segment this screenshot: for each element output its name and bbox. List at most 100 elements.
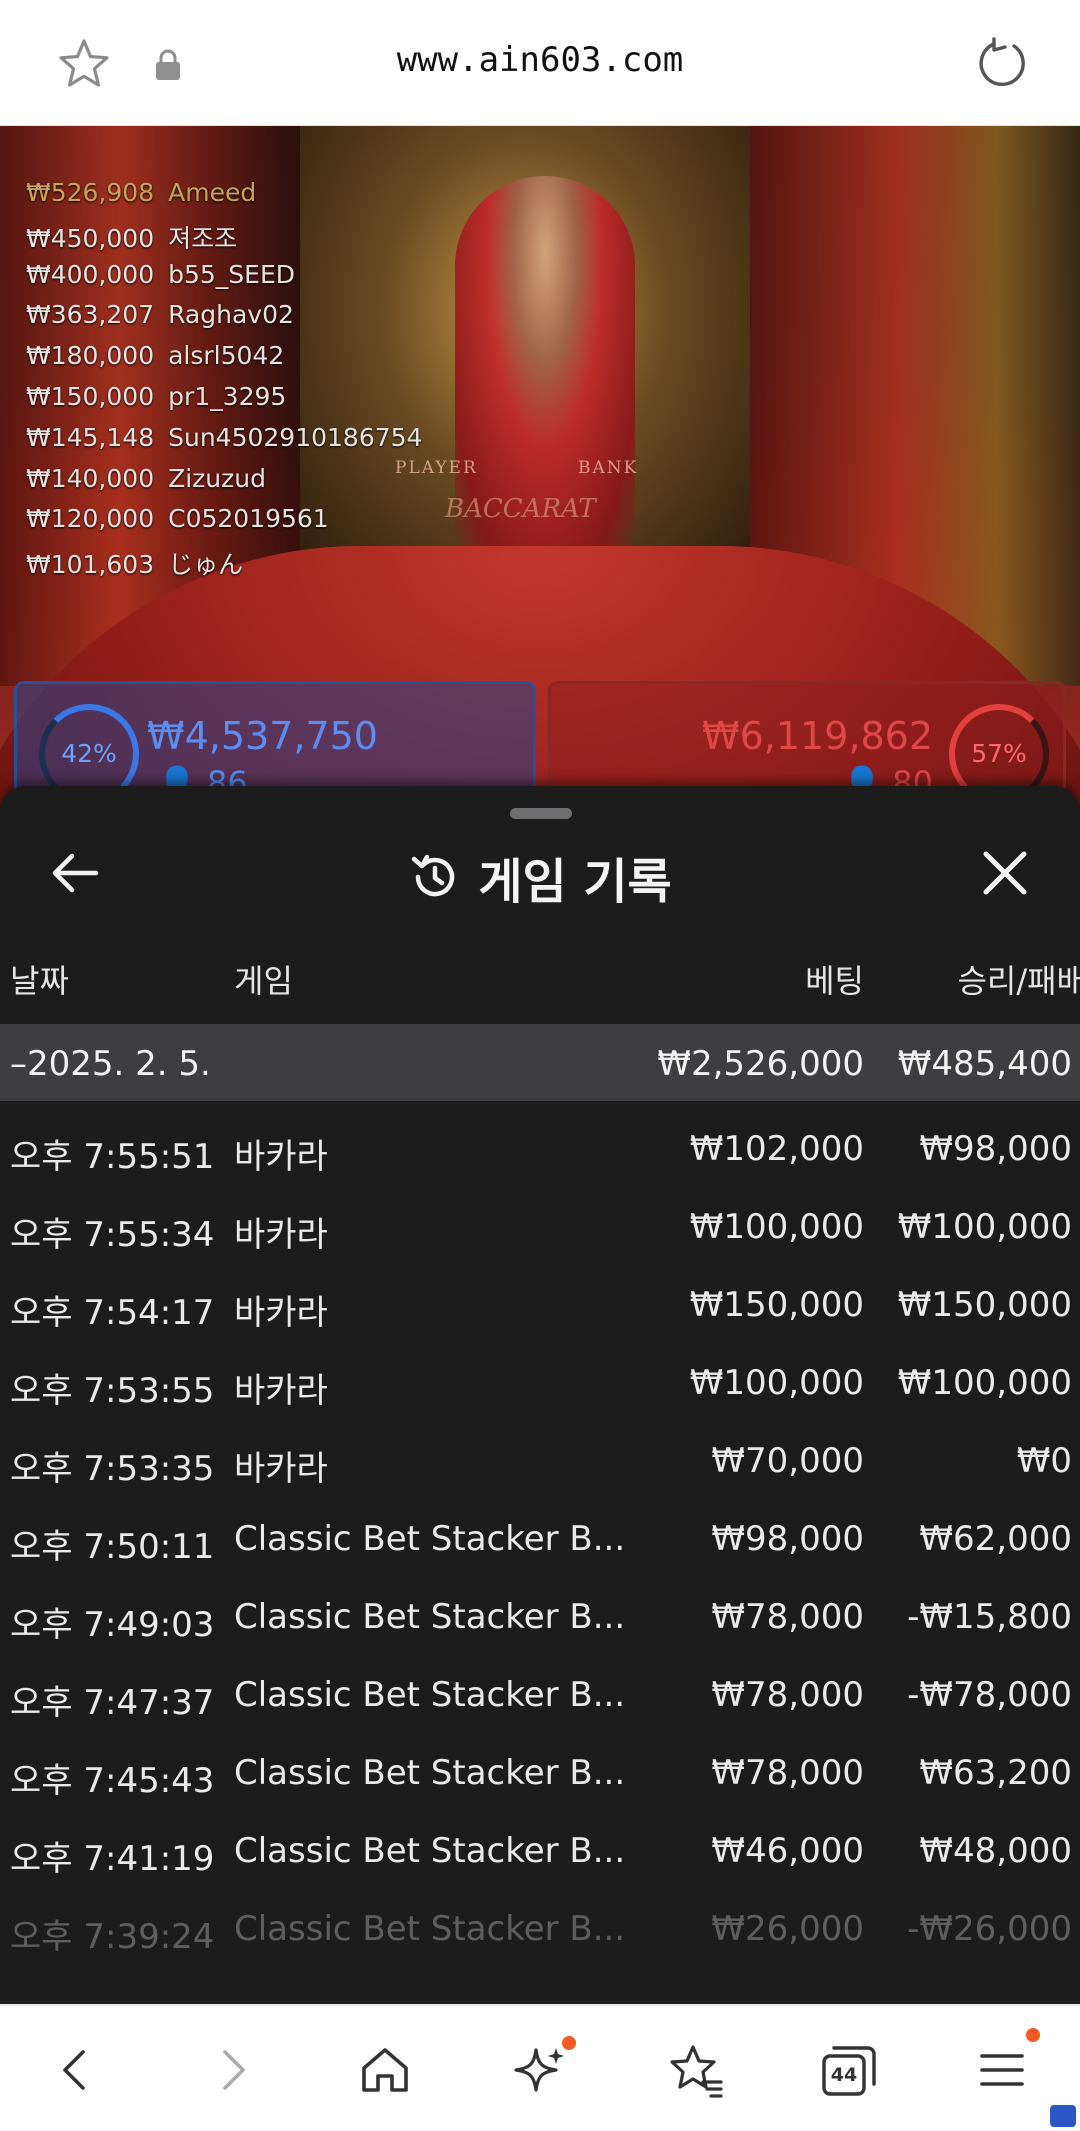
leaderboard-amount: ₩101,603: [26, 550, 155, 580]
row-time: 오후 7:41:19: [10, 1839, 215, 1879]
leaderboard-amount: ₩140,000: [26, 463, 155, 493]
row-bet: ₩98,000: [711, 1519, 864, 1559]
back-icon[interactable]: [45, 2040, 105, 2100]
leaderboard-row: ₩140,000 Zizuzud: [26, 464, 422, 505]
row-game: 바카라: [234, 1371, 328, 1411]
row-game: Classic Bet Stacker B...: [234, 1675, 626, 1715]
reload-icon[interactable]: [974, 36, 1030, 92]
history-row[interactable]: 오후 7:47:37 Classic Bet Stacker B... ₩78,00…: [0, 1654, 1080, 1732]
row-bet: ₩100,000: [689, 1363, 864, 1403]
banker-percent: 57%: [971, 739, 1027, 768]
row-game: Classic Bet Stacker B...: [234, 1909, 626, 1949]
row-game: 바카라: [234, 1215, 328, 1255]
row-game: Classic Bet Stacker B...: [234, 1831, 626, 1871]
leaderboard-name: b55_SEED: [168, 259, 296, 289]
menu-notification-dot: [1026, 2028, 1040, 2042]
column-header-winloss: 승리/패배: [957, 962, 1080, 1000]
row-game: Classic Bet Stacker B...: [234, 1519, 626, 1559]
row-game: 바카라: [234, 1137, 328, 1177]
row-winloss: ₩100,000: [897, 1363, 1072, 1403]
winners-leaderboard: ₩526,908 Ameed ₩450,000 져조조 ₩400,000 b55_SE…: [26, 178, 422, 586]
history-row[interactable]: 오후 7:55:34 바카라 ₩100,000 ₩100,000: [0, 1186, 1080, 1264]
leaderboard-amount: ₩363,207: [26, 300, 155, 330]
leaderboard-name: じゅん: [168, 550, 244, 580]
row-winloss: -₩26,000: [907, 1909, 1072, 1949]
history-row[interactable]: 오후 7:53:55 바카라 ₩100,000 ₩100,000: [0, 1342, 1080, 1420]
row-winloss: -₩78,000: [907, 1675, 1072, 1715]
menu-icon[interactable]: [972, 2040, 1032, 2100]
star-list-icon[interactable]: [665, 2040, 725, 2100]
leaderboard-amount: ₩450,000: [26, 223, 155, 253]
row-game: 바카라: [234, 1449, 328, 1489]
sheet-drag-handle[interactable]: [510, 808, 572, 819]
player-percent: 42%: [61, 739, 117, 768]
leaderboard-row: ₩180,000 alsrl5042: [26, 341, 422, 382]
address-url[interactable]: www.ain603.com: [0, 40, 1080, 80]
sparkle-notification-dot: [562, 2036, 576, 2050]
leaderboard-row: ₩120,000 C052019561: [26, 504, 422, 545]
leaderboard-name: Zizuzud: [168, 463, 266, 493]
row-time: 오후 7:55:51: [10, 1137, 215, 1177]
history-row[interactable]: 오후 7:50:11 Classic Bet Stacker B... ₩98,00…: [0, 1498, 1080, 1576]
row-bet: ₩26,000: [711, 1909, 864, 1949]
close-icon[interactable]: [978, 846, 1032, 900]
day-date: –2025. 2. 5.: [10, 1044, 211, 1084]
leaderboard-row: ₩101,603 じゅん: [26, 545, 422, 586]
leaderboard-name: Raghav02: [168, 300, 294, 330]
leaderboard-name: alsrl5042: [168, 341, 285, 371]
browser-top-bar: www.ain603.com: [0, 0, 1080, 127]
history-row[interactable]: 오후 7:54:17 바카라 ₩150,000 ₩150,000: [0, 1264, 1080, 1342]
row-winloss: ₩63,200: [919, 1753, 1072, 1793]
leaderboard-name: Ameed: [168, 178, 257, 207]
row-winloss: ₩48,000: [919, 1831, 1072, 1871]
row-bet: ₩150,000: [689, 1285, 864, 1325]
home-icon[interactable]: [355, 2040, 415, 2100]
leaderboard-amount: ₩400,000: [26, 259, 155, 289]
day-summary-row[interactable]: –2025. 2. 5. ₩2,526,000 ₩485,400: [0, 1024, 1080, 1101]
sheet-header: 게임 기록: [0, 842, 1080, 912]
row-bet: ₩46,000: [711, 1831, 864, 1871]
column-header-game: 게임: [234, 962, 293, 1000]
browser-bottom-nav: 44: [0, 2004, 1080, 2131]
history-row[interactable]: 오후 7:49:03 Classic Bet Stacker B... ₩78,00…: [0, 1576, 1080, 1654]
row-winloss: ₩100,000: [897, 1207, 1072, 1247]
leaderboard-row: ₩526,908 Ameed: [26, 178, 422, 219]
history-row[interactable]: 오후 7:53:35 바카라 ₩70,000 ₩0: [0, 1420, 1080, 1498]
felt-banker-label: BANK: [578, 458, 639, 478]
history-row[interactable]: 오후 7:41:19 Classic Bet Stacker B... ₩46,00…: [0, 1810, 1080, 1888]
day-winloss-total: ₩485,400: [897, 1044, 1072, 1084]
sparkle-icon[interactable]: [510, 2040, 570, 2100]
history-row[interactable]: 오후 7:55:51 바카라 ₩102,000 ₩98,000: [0, 1108, 1080, 1186]
row-game: Classic Bet Stacker B...: [234, 1597, 626, 1637]
tabs-button[interactable]: 44: [820, 2042, 878, 2100]
row-winloss: -₩15,800: [907, 1597, 1072, 1637]
live-game-video[interactable]: PLAYER BANK BACCARAT ₩526,908 Ameed ₩450,…: [0, 126, 1080, 806]
history-list: 오후 7:55:51 바카라 ₩102,000 ₩98,000 오후 7:55:34 바…: [0, 1108, 1080, 1966]
row-game: Classic Bet Stacker B...: [234, 1753, 626, 1793]
row-time: 오후 7:53:55: [10, 1371, 215, 1411]
tabs-count: 44: [830, 2064, 858, 2086]
history-row[interactable]: 오후 7:39:24 Classic Bet Stacker B... ₩26,00…: [0, 1888, 1080, 1966]
row-time: 오후 7:55:34: [10, 1215, 215, 1255]
row-time: 오후 7:50:11: [10, 1527, 215, 1567]
leaderboard-amount: ₩120,000: [26, 504, 155, 534]
row-winloss: ₩98,000: [919, 1129, 1072, 1169]
history-row[interactable]: 오후 7:45:43 Classic Bet Stacker B... ₩78,00…: [0, 1732, 1080, 1810]
row-bet: ₩78,000: [711, 1675, 864, 1715]
row-time: 오후 7:49:03: [10, 1605, 215, 1645]
row-bet: ₩102,000: [689, 1129, 864, 1169]
forward-icon[interactable]: [203, 2040, 263, 2100]
row-bet: ₩78,000: [711, 1597, 864, 1637]
row-time: 오후 7:45:43: [10, 1761, 215, 1801]
felt-logo: BACCARAT: [445, 494, 596, 524]
player-bet-total: ₩4,537,750: [147, 714, 378, 758]
leaderboard-name: pr1_3295: [168, 381, 287, 411]
leaderboard-name: Sun4502910186754: [168, 422, 423, 452]
corner-badge: [1050, 2105, 1076, 2127]
row-time: 오후 7:47:37: [10, 1683, 215, 1723]
row-bet: ₩78,000: [711, 1753, 864, 1793]
game-history-sheet: 게임 기록 날짜 게임 베팅 승리/패배 –2025. 2. 5. ₩2,526…: [0, 786, 1080, 2004]
sheet-title: 게임 기록: [478, 854, 672, 910]
leaderboard-amount: ₩145,148: [26, 422, 155, 452]
banker-bet-total: ₩6,119,862: [702, 714, 933, 758]
